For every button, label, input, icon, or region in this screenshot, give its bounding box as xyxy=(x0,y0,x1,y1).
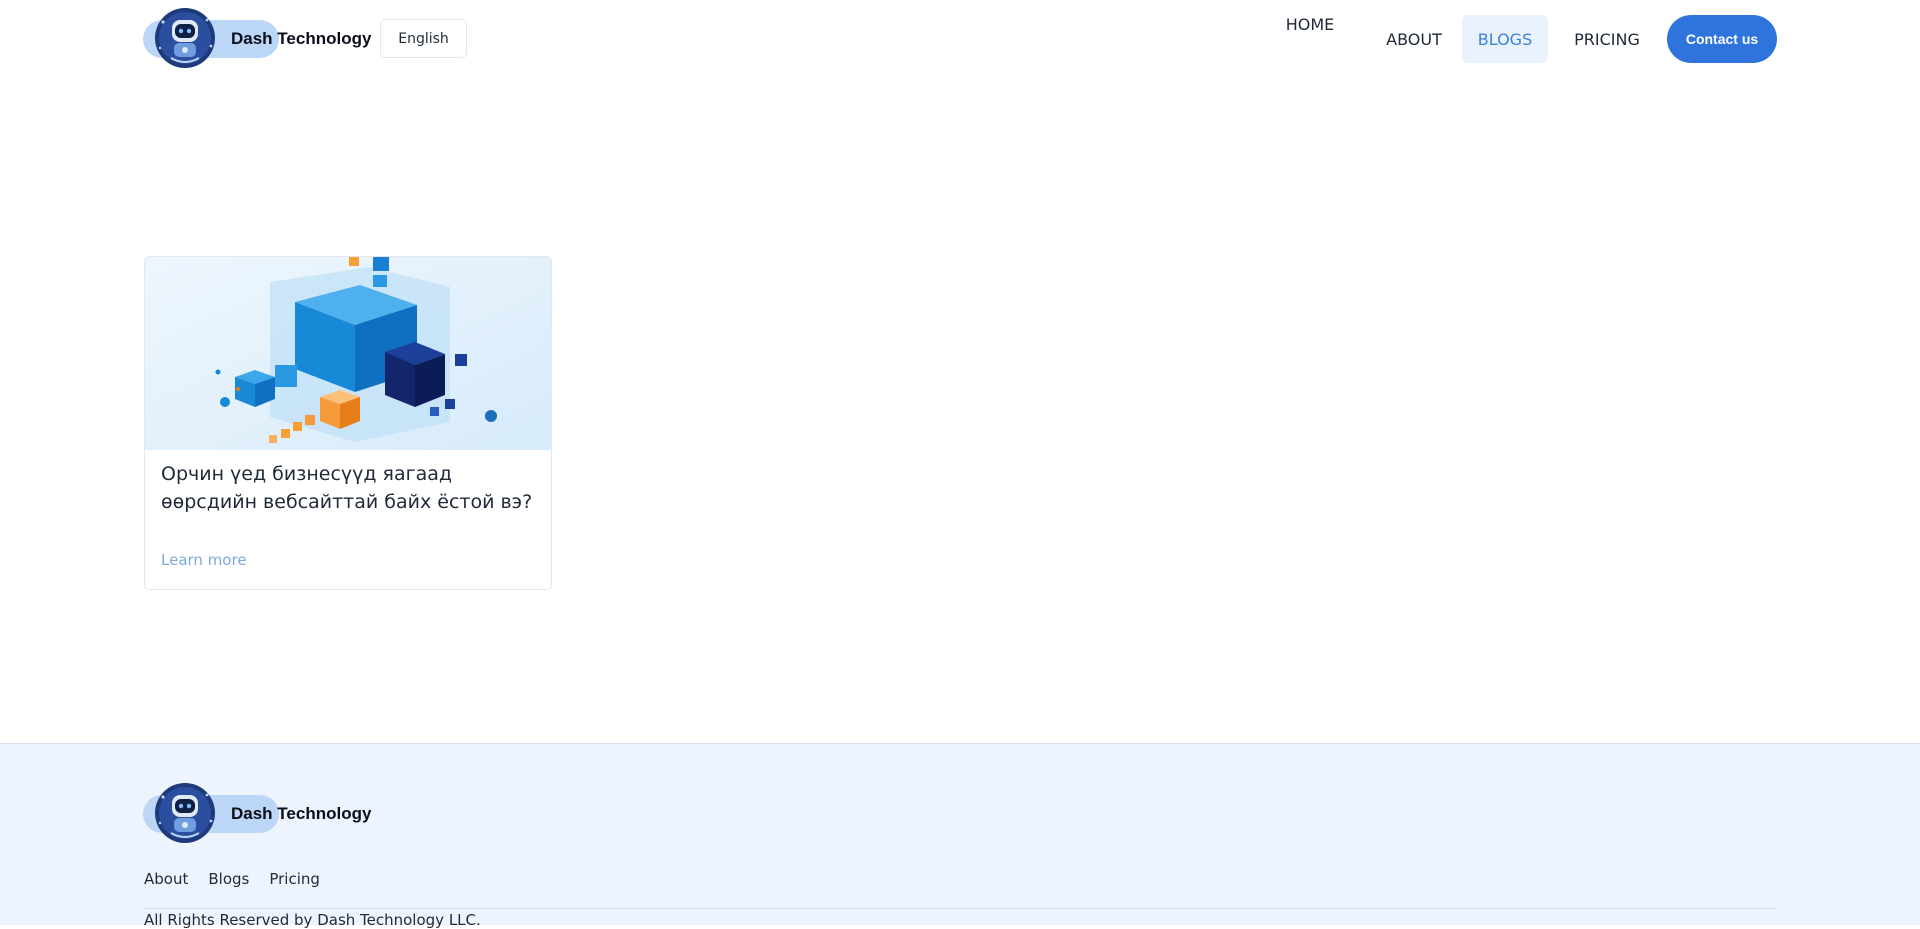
nav-pricing[interactable]: PRICING xyxy=(1566,15,1648,63)
site-footer: Dash Technology About Blogs Pricing All … xyxy=(0,743,1920,929)
footer-link-pricing[interactable]: Pricing xyxy=(269,870,320,888)
footer-link-blogs[interactable]: Blogs xyxy=(208,870,249,888)
brand-name: Dash Technology xyxy=(231,29,372,48)
footer-brand-name: Dash Technology xyxy=(231,804,372,823)
nav-about[interactable]: ABOUT xyxy=(1368,15,1460,63)
footer-links: About Blogs Pricing xyxy=(144,870,320,888)
blog-cover-image xyxy=(145,257,551,450)
footer-link-about[interactable]: About xyxy=(144,870,188,888)
blog-card-title[interactable]: Орчин үед бизнесүүд яагаад өөрсдийн вебс… xyxy=(161,460,541,516)
learn-more-link[interactable]: Learn more xyxy=(161,551,247,569)
robot-mascot-icon xyxy=(155,783,215,843)
nav-blogs[interactable]: BLOGS xyxy=(1462,15,1548,63)
robot-mascot-icon xyxy=(155,8,215,68)
nav-home[interactable]: HOME xyxy=(1272,0,1348,48)
blog-card[interactable]: Орчин үед бизнесүүд яагаад өөрсдийн вебс… xyxy=(144,256,552,590)
contact-us-button[interactable]: Contact us xyxy=(1667,15,1777,63)
copyright-text: All Rights Reserved by Dash Technology L… xyxy=(144,911,481,929)
footer-brand-logo[interactable]: Dash Technology xyxy=(143,781,371,847)
site-header: Dash Technology English HOME ABOUT BLOGS… xyxy=(0,0,1920,80)
brand-logo-link[interactable]: Dash Technology xyxy=(143,6,371,72)
language-selector[interactable]: English xyxy=(380,19,467,58)
footer-divider xyxy=(144,908,1777,909)
